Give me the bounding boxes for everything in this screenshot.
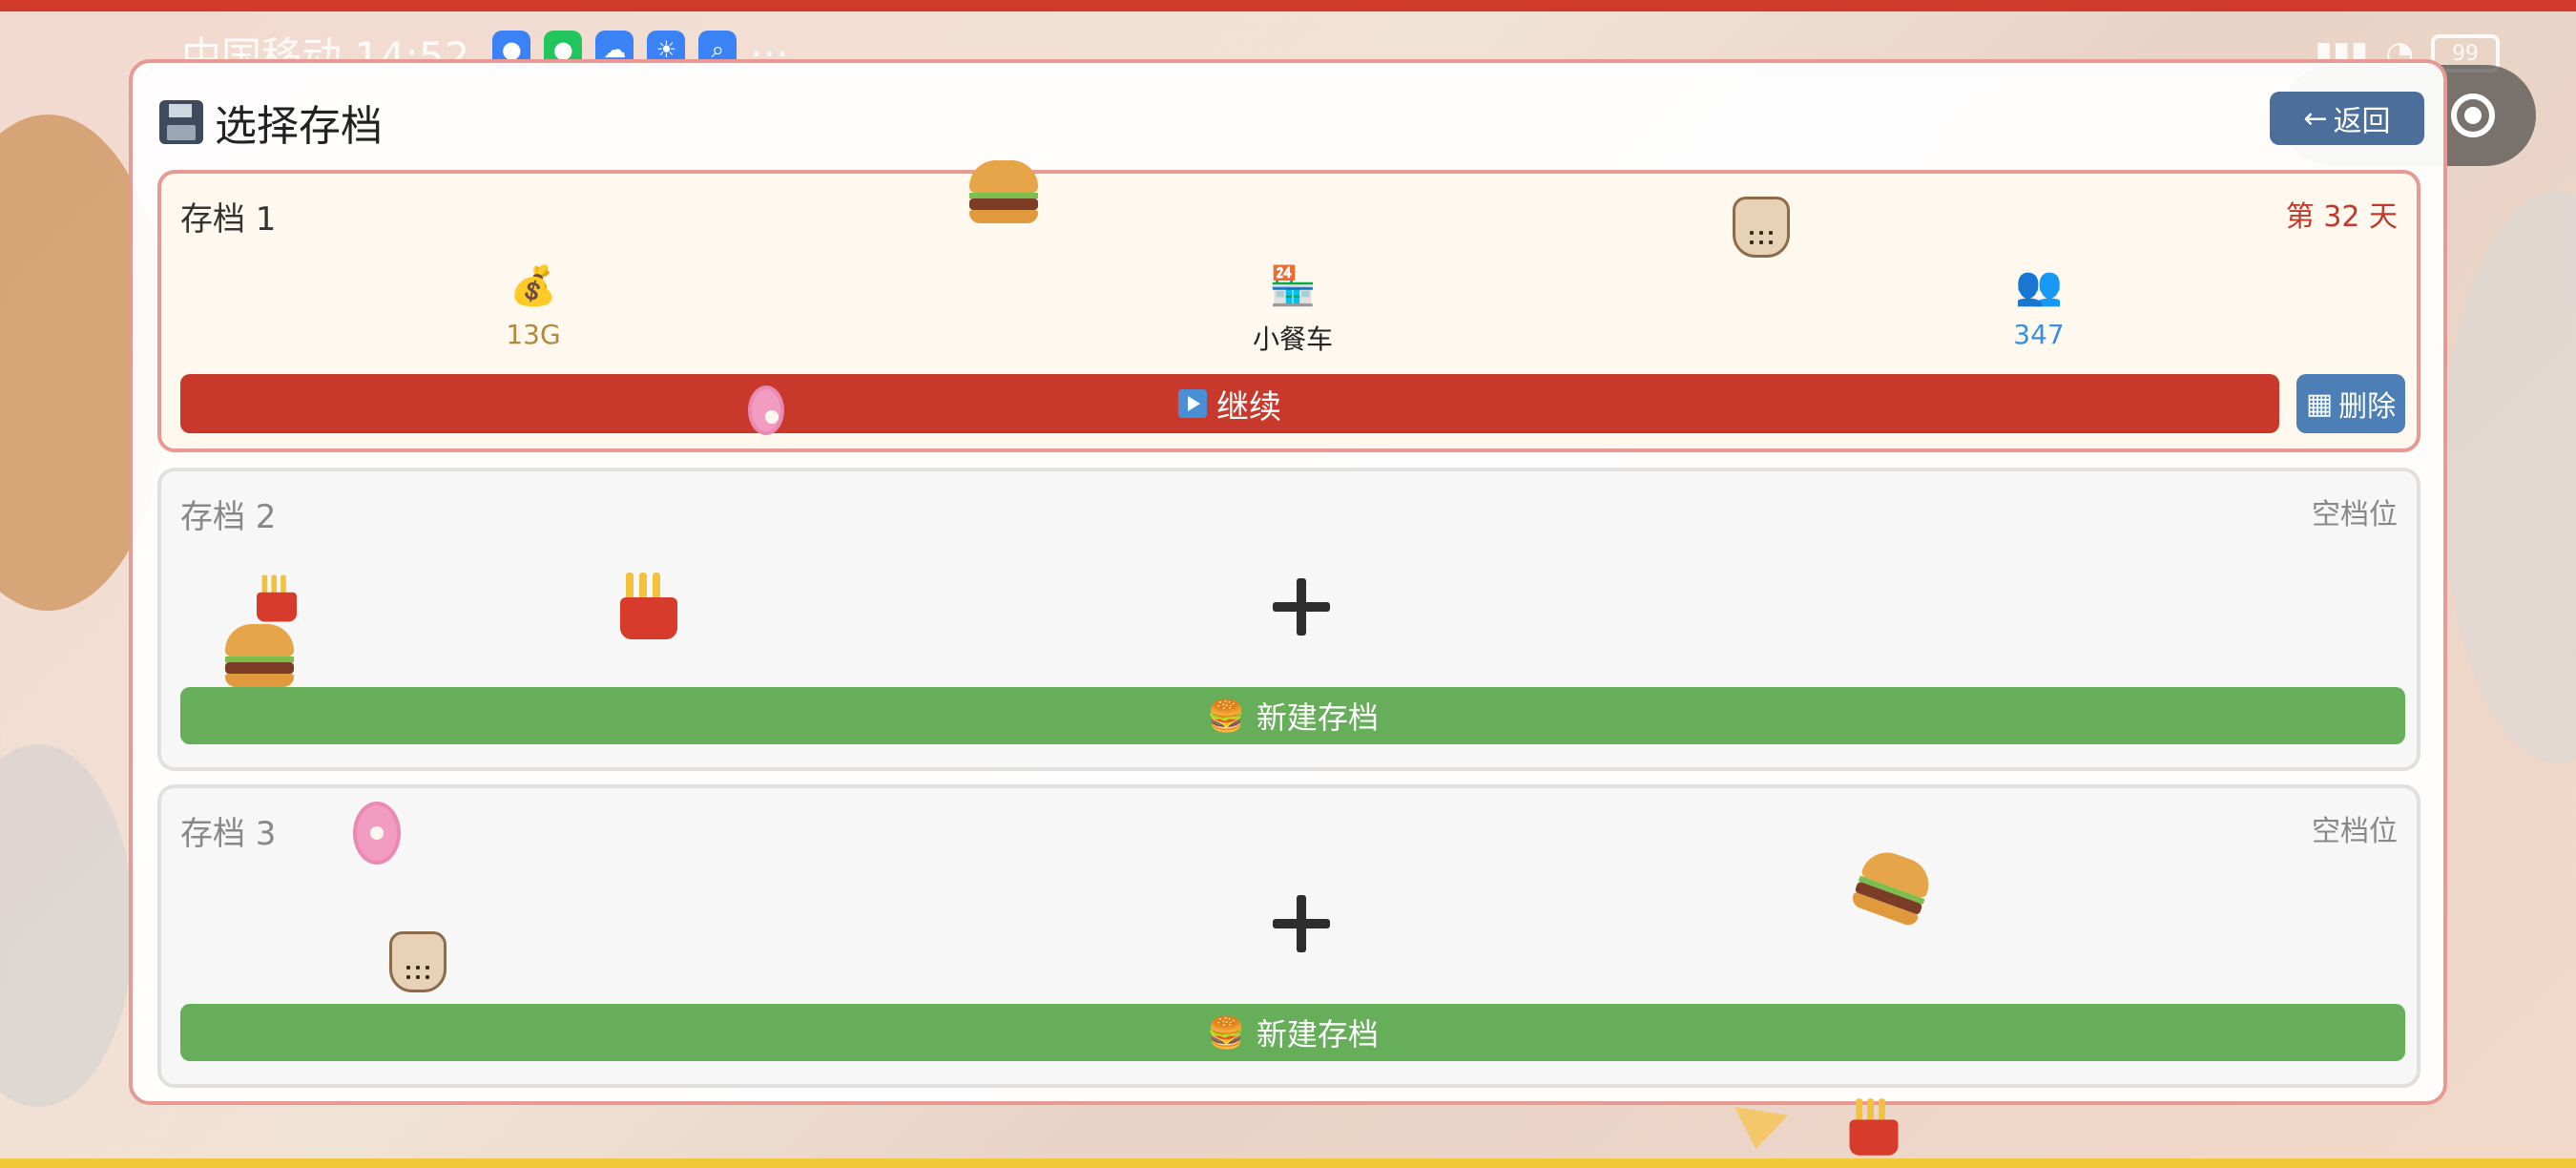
new-save-button[interactable]: 🍔 新建存档 (180, 687, 2405, 744)
back-button[interactable]: ← 返回 (2270, 92, 2424, 145)
bubble-tea-sticker (389, 931, 447, 992)
slot-empty-badge: 空档位 (2312, 498, 2398, 532)
background-decoration (2442, 191, 2576, 763)
donut-sticker (748, 386, 784, 435)
burger-sticker (969, 160, 1038, 223)
stat-money: 💰 13G (438, 261, 629, 350)
panel-title: 选择存档 (159, 92, 383, 153)
delete-label: 删除 (2338, 390, 2397, 424)
money-bag-icon: 💰 (509, 264, 557, 308)
save-slot-3: 存档 3 空档位 🍔 新建存档 (157, 784, 2420, 1088)
save-select-panel: 选择存档 ← 返回 存档 1 第 32 天 💰 13G 🏪 小餐车 👥 347 … (129, 59, 2447, 1105)
convenience-store-icon: 🏪 (1269, 264, 1317, 308)
panel-title-text: 选择存档 (215, 102, 383, 151)
background-decoration (0, 744, 134, 1107)
back-button-label: 返回 (2333, 105, 2391, 138)
slot-day-badge: 第 32 天 (2285, 200, 2398, 234)
burger-icon: 🍔 (1207, 1014, 1245, 1051)
fries-sticker (1841, 1098, 1906, 1156)
slot-name: 存档 1 (180, 200, 277, 239)
save-slot-2: 存档 2 空档位 🍔 新建存档 (157, 468, 2420, 771)
slot-name: 存档 3 (180, 815, 277, 853)
fans-value: 347 (2013, 319, 2065, 350)
slot-name: 存档 2 (180, 498, 277, 536)
plus-icon[interactable] (1273, 895, 1330, 952)
background-bottom-strip (0, 1158, 2576, 1168)
pizza-sticker (1735, 1107, 1788, 1149)
donut-sticker (353, 802, 401, 865)
slot-empty-badge: 空档位 (2312, 815, 2398, 848)
stat-fans: 👥 347 (1943, 261, 2134, 350)
delete-button[interactable]: ▦ 删除 (2296, 374, 2405, 433)
vehicle-value: 小餐车 (1252, 323, 1333, 355)
money-value: 13G (506, 319, 561, 350)
continue-button[interactable]: 继续 (180, 374, 2279, 433)
burger-icon: 🍔 (1207, 698, 1245, 734)
target-icon (2451, 94, 2495, 137)
continue-label: 继续 (1216, 387, 1281, 427)
burger-sticker (225, 624, 294, 687)
new-save-label: 新建存档 (1256, 699, 1379, 736)
save-slot-1: 存档 1 第 32 天 💰 13G 🏪 小餐车 👥 347 继续 ▦ 删除 (157, 170, 2420, 452)
new-save-label: 新建存档 (1256, 1016, 1379, 1053)
arrow-left-icon: ← (2303, 101, 2328, 136)
bubble-tea-sticker (1733, 197, 1790, 258)
play-icon (1178, 389, 1207, 418)
fries-sticker (611, 573, 687, 639)
people-icon: 👥 (2015, 264, 2063, 308)
stat-vehicle: 🏪 小餐车 (1197, 261, 1388, 357)
new-save-button[interactable]: 🍔 新建存档 (180, 1004, 2405, 1061)
floppy-disk-icon (159, 100, 203, 144)
background-top-strip (0, 0, 2576, 11)
fries-sticker (250, 574, 303, 622)
trash-icon: ▦ (2305, 386, 2334, 421)
plus-icon[interactable] (1273, 578, 1330, 636)
